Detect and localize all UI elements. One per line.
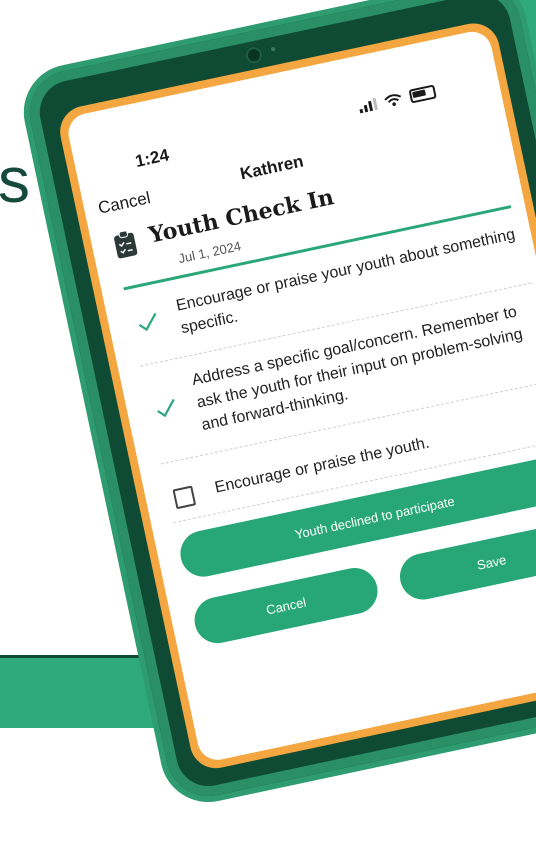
sensor-dot [270,46,276,52]
save-button[interactable]: Save [395,520,536,604]
clipboard-icon [114,230,138,259]
checkmark-icon [138,312,157,332]
checkmark-icon [157,398,175,418]
camera-icon [244,45,264,65]
check-in-date: Jul 1, 2024 [177,238,243,267]
checkbox-icon [172,485,197,510]
wifi-icon [384,94,402,106]
background-heading-fragment: s [0,144,30,216]
check-in-title: Youth Check In [146,184,337,249]
status-icons [358,84,437,114]
nav-cancel-button[interactable]: Cancel [96,188,152,219]
nav-title: Kathren [238,151,306,184]
cancel-button[interactable]: Cancel [190,563,382,648]
unchecked-checkbox[interactable] [172,485,198,511]
signal-icon [358,97,378,114]
battery-icon [408,84,437,104]
status-time: 1:24 [133,145,171,171]
